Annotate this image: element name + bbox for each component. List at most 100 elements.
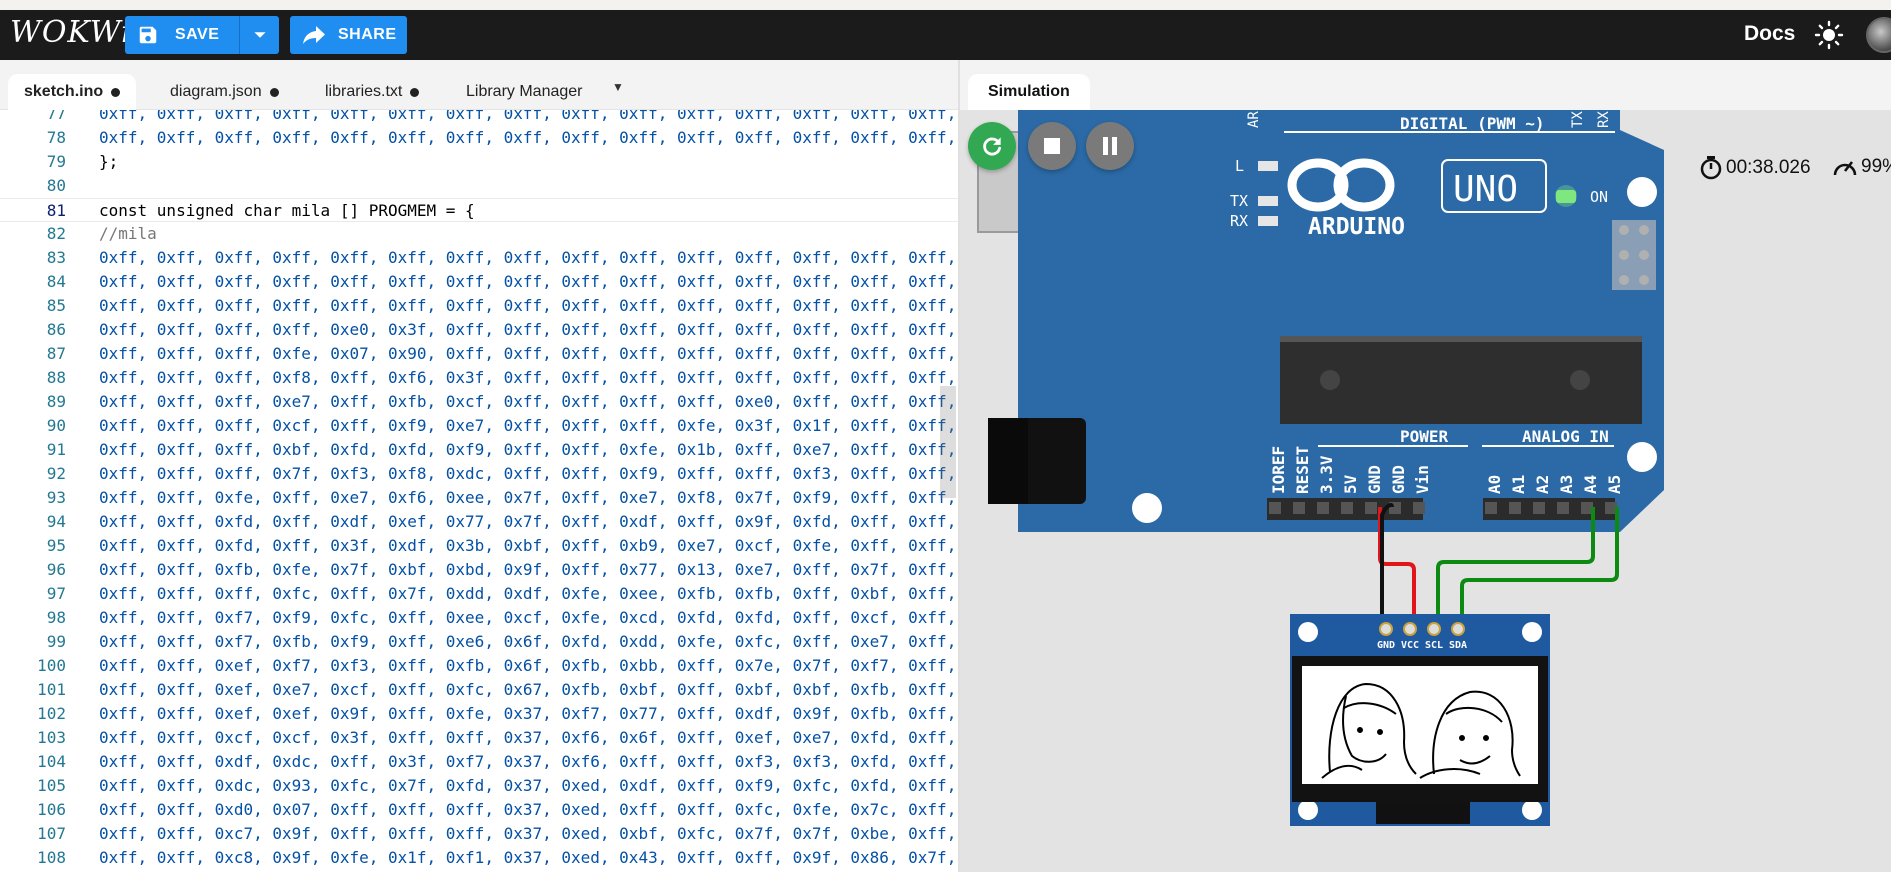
line-number: 83 [46, 248, 66, 267]
code-line[interactable]: 103 0xff, 0xff, 0xcf, 0xcf, 0x3f, 0xff, 0… [0, 726, 958, 750]
power-pin-label: RESET [1293, 446, 1312, 494]
code-text: 0xff, 0xff, 0xff, 0xff, 0xff, 0xff, 0xff… [99, 128, 957, 147]
code-line[interactable]: 107 0xff, 0xff, 0xc7, 0x9f, 0xff, 0xff, 0… [0, 822, 958, 846]
code-text: 0xff, 0xff, 0xf7, 0xf9, 0xfc, 0xff, 0xee… [99, 608, 957, 627]
user-avatar[interactable] [1866, 17, 1891, 53]
code-line[interactable]: 99 0xff, 0xff, 0xf7, 0xfb, 0xf9, 0xff, 0x… [0, 630, 958, 654]
pin-socket[interactable] [1413, 502, 1425, 514]
code-editor[interactable]: 77 0xff, 0xff, 0xff, 0xff, 0xff, 0xff, 0x… [0, 110, 958, 872]
oled-pin[interactable] [1403, 622, 1417, 636]
oled-pin[interactable] [1451, 622, 1465, 636]
pin-socket[interactable] [1293, 502, 1305, 514]
code-line[interactable]: 77 0xff, 0xff, 0xff, 0xff, 0xff, 0xff, 0x… [0, 110, 958, 126]
code-line[interactable]: 93 0xff, 0xff, 0xfe, 0xff, 0xe7, 0xf6, 0x… [0, 486, 958, 510]
line-number: 106 [37, 800, 66, 819]
tabs-menu-chevron-icon[interactable]: ▼ [612, 80, 624, 94]
tab-library-manager[interactable]: Library Manager [450, 74, 599, 110]
code-text: 0xff, 0xff, 0xff, 0xcf, 0xff, 0xf9, 0xe7… [99, 416, 957, 435]
pin-socket[interactable] [1557, 502, 1569, 514]
pin-socket[interactable] [1341, 502, 1353, 514]
digital-header-label: DIGITAL (PWM ~) [1400, 114, 1545, 133]
wokwi-logo[interactable]: WOKWi [10, 15, 132, 50]
restart-icon [983, 137, 1001, 156]
tab-diagram-json[interactable]: diagram.json [154, 74, 295, 110]
code-line[interactable]: 84 0xff, 0xff, 0xff, 0xff, 0xff, 0xff, 0x… [0, 270, 958, 294]
line-number: 80 [46, 176, 66, 195]
chip-dot [1320, 370, 1340, 390]
tab-label: Library Manager [466, 83, 583, 100]
line-number: 81 [46, 201, 66, 220]
oled-pin[interactable] [1427, 622, 1441, 636]
line-number: 104 [37, 752, 66, 771]
tab-label: sketch.ino [24, 83, 104, 100]
code-line[interactable]: 86 0xff, 0xff, 0xff, 0xff, 0xe0, 0x3f, 0x… [0, 318, 958, 342]
pin-socket[interactable] [1485, 502, 1497, 514]
save-button[interactable]: SAVE [125, 16, 239, 54]
power-header-label: POWER [1400, 427, 1449, 446]
code-line[interactable]: 92 0xff, 0xff, 0xff, 0x7f, 0xf3, 0xf8, 0x… [0, 462, 958, 486]
code-line[interactable]: 102 0xff, 0xff, 0xef, 0xef, 0x9f, 0xff, 0… [0, 702, 958, 726]
led-tx [1258, 196, 1278, 206]
code-text: 0xff, 0xff, 0xfd, 0xff, 0xdf, 0xef, 0x77… [99, 512, 957, 531]
editor-scrollbar[interactable] [940, 386, 956, 498]
analog-header [1483, 498, 1615, 520]
theme-toggle-sun-icon[interactable] [1814, 20, 1844, 50]
oled-pin[interactable] [1379, 622, 1393, 636]
save-options-dropdown[interactable] [239, 16, 279, 54]
share-button[interactable]: SHARE [290, 16, 407, 54]
code-line[interactable]: 87 0xff, 0xff, 0xff, 0xfe, 0x07, 0x90, 0x… [0, 342, 958, 366]
code-line[interactable]: 83 0xff, 0xff, 0xff, 0xff, 0xff, 0xff, 0x… [0, 246, 958, 270]
line-number: 108 [37, 848, 66, 867]
chip-dot [1570, 370, 1590, 390]
tab-simulation[interactable]: Simulation [968, 74, 1090, 110]
code-line[interactable]: 97 0xff, 0xff, 0xff, 0xfc, 0xff, 0x7f, 0x… [0, 582, 958, 606]
analog-pin-label: A3 [1557, 475, 1576, 494]
code-line[interactable]: 108 0xff, 0xff, 0xc8, 0x9f, 0xfe, 0x1f, 0… [0, 846, 958, 870]
code-line[interactable]: 98 0xff, 0xff, 0xf7, 0xf9, 0xfc, 0xff, 0x… [0, 606, 958, 630]
tx-pin-label: TX [1570, 111, 1586, 128]
code-line[interactable]: 104 0xff, 0xff, 0xdf, 0xdc, 0xff, 0x3f, 0… [0, 750, 958, 774]
code-line[interactable]: 96 0xff, 0xff, 0xfb, 0xfe, 0x7f, 0xbf, 0x… [0, 558, 958, 582]
code-text: //mila [99, 224, 157, 243]
code-line[interactable]: 105 0xff, 0xff, 0xdc, 0x93, 0xfc, 0x7f, 0… [0, 774, 958, 798]
share-label: SHARE [338, 26, 397, 43]
pause-simulation-button[interactable] [1086, 122, 1134, 170]
save-label: SAVE [175, 26, 220, 43]
code-line[interactable]: 78 0xff, 0xff, 0xff, 0xff, 0xff, 0xff, 0x… [0, 126, 958, 150]
aref-pin-label: AR [1246, 111, 1262, 128]
ssd1306-oled-module[interactable]: GND VCC SCL SDA [1290, 614, 1550, 826]
stop-simulation-button[interactable] [1028, 122, 1076, 170]
code-line[interactable]: 90 0xff, 0xff, 0xff, 0xcf, 0xff, 0xf9, 0x… [0, 414, 958, 438]
code-text: 0xff, 0xff, 0xff, 0xff, 0xff, 0xff, 0xff… [99, 110, 957, 123]
code-line[interactable]: 91 0xff, 0xff, 0xff, 0xbf, 0xfd, 0xfd, 0x… [0, 438, 958, 462]
code-line[interactable]: 79}; [0, 150, 958, 174]
code-line[interactable]: 95 0xff, 0xff, 0xfd, 0xff, 0x3f, 0xdf, 0x… [0, 534, 958, 558]
speed-value: 99% [1861, 156, 1891, 177]
code-line[interactable]: 89 0xff, 0xff, 0xff, 0xe7, 0xff, 0xfb, 0x… [0, 390, 958, 414]
code-line[interactable]: 80 [0, 174, 958, 198]
line-number: 98 [46, 608, 66, 627]
pin-socket[interactable] [1317, 502, 1329, 514]
pin-socket[interactable] [1509, 502, 1521, 514]
pin-socket[interactable] [1269, 502, 1281, 514]
simulation-canvas[interactable]: DIGITAL (PWM ~) AR TX RX L TX RX ARDUINO… [960, 110, 1891, 872]
code-line[interactable]: 106 0xff, 0xff, 0xd0, 0x07, 0xff, 0xff, 0… [0, 798, 958, 822]
line-number: 79 [46, 152, 66, 171]
code-line[interactable]: 85 0xff, 0xff, 0xff, 0xff, 0xff, 0xff, 0x… [0, 294, 958, 318]
analog-header-label: ANALOG IN [1522, 427, 1609, 446]
pause-icon [1103, 137, 1117, 155]
code-line[interactable]: 100 0xff, 0xff, 0xef, 0xf7, 0xf3, 0xff, 0… [0, 654, 958, 678]
pin-socket[interactable] [1365, 502, 1377, 514]
tab-sketch-ino[interactable]: sketch.ino [8, 74, 137, 110]
code-line[interactable]: 94 0xff, 0xff, 0xfd, 0xff, 0xdf, 0xef, 0x… [0, 510, 958, 534]
restart-simulation-button[interactable] [968, 122, 1016, 170]
tab-libraries-txt[interactable]: libraries.txt [309, 74, 435, 110]
code-line[interactable]: 81 const unsigned char mila [] PROGMEM = … [0, 198, 958, 222]
on-led-label: ON [1590, 188, 1608, 206]
code-line[interactable]: 101 0xff, 0xff, 0xef, 0xe7, 0xcf, 0xff, 0… [0, 678, 958, 702]
docs-link[interactable]: Docs [1744, 22, 1795, 46]
pin-socket[interactable] [1533, 502, 1545, 514]
code-line[interactable]: 88 0xff, 0xff, 0xff, 0xf8, 0xff, 0xf6, 0x… [0, 366, 958, 390]
power-pin-label: IOREF [1269, 446, 1288, 494]
code-line[interactable]: 82 //mila [0, 222, 958, 246]
